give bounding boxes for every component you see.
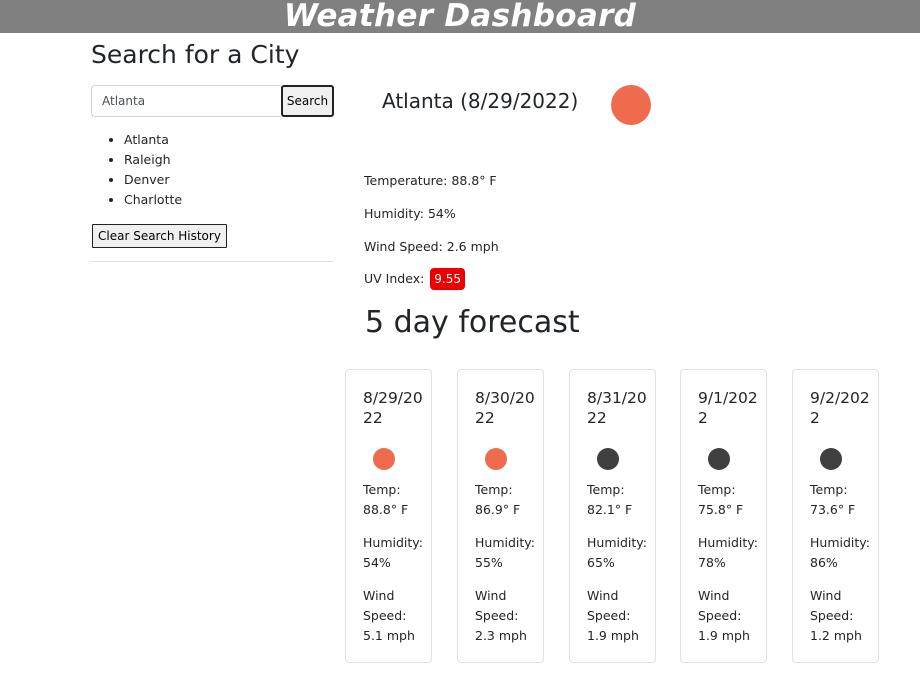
history-item-charlotte[interactable]: Charlotte (124, 190, 182, 210)
page-title: Weather Dashboard (283, 0, 637, 34)
forecast-temp-label: Temp: (810, 482, 848, 497)
current-uv-index: UV Index: 9.55 (364, 268, 465, 290)
forecast-date: 8/31/2022 (587, 389, 647, 427)
forecast-card: 8/29/2022 Temp: 88.8° F Humidity: 54% Wi… (345, 369, 432, 663)
forecast-humidity: 55% (475, 555, 503, 570)
forecast-humidity: 65% (587, 555, 615, 570)
forecast-humidity-label: Humidity: (363, 535, 423, 550)
current-humidity: Humidity: 54% (364, 206, 456, 221)
forecast-temp: 86.9° F (475, 502, 521, 517)
forecast-date: 8/29/2022 (363, 389, 423, 427)
forecast-humidity: 54% (363, 555, 391, 570)
sun-icon (485, 448, 507, 470)
forecast-temp: 75.8° F (698, 502, 744, 517)
forecast-wind: 2.3 mph (475, 628, 527, 643)
forecast-date: 8/30/2022 (475, 389, 535, 427)
header-bar: Weather Dashboard (0, 0, 920, 33)
forecast-humidity-label: Humidity: (810, 535, 870, 550)
forecast-wind: 5.1 mph (363, 628, 415, 643)
forecast-card: 9/1/2022 Temp: 75.8° F Humidity: 78% Win… (680, 369, 767, 663)
sun-icon (611, 85, 651, 125)
forecast-card: 9/2/2022 Temp: 73.6° F Humidity: 86% Win… (792, 369, 879, 663)
forecast-temp-label: Temp: (698, 482, 736, 497)
sidebar-divider (90, 261, 333, 262)
clear-history-button[interactable]: Clear Search History (92, 224, 227, 248)
sun-icon (373, 448, 395, 470)
forecast-wind: 1.9 mph (587, 628, 639, 643)
forecast-card: 8/30/2022 Temp: 86.9° F Humidity: 55% Wi… (457, 369, 544, 663)
forecast-temp: 82.1° F (587, 502, 633, 517)
forecast-humidity: 78% (698, 555, 726, 570)
history-item-atlanta[interactable]: Atlanta (124, 130, 182, 150)
search-form: Search (91, 85, 334, 117)
forecast-wind-label: Wind Speed: (587, 588, 631, 623)
city-search-input[interactable] (91, 85, 281, 117)
forecast-date: 9/1/2022 (698, 389, 758, 427)
forecast-humidity-label: Humidity: (587, 535, 647, 550)
forecast-card: 8/31/2022 Temp: 82.1° F Humidity: 65% Wi… (569, 369, 656, 663)
forecast-humidity-label: Humidity: (475, 535, 535, 550)
forecast-temp-label: Temp: (475, 482, 513, 497)
forecast-temp: 88.8° F (363, 502, 409, 517)
search-button[interactable]: Search (281, 85, 334, 117)
forecast-wind: 1.2 mph (810, 628, 862, 643)
forecast-date: 9/2/2022 (810, 389, 870, 427)
forecast-wind-label: Wind Speed: (363, 588, 407, 623)
history-item-denver[interactable]: Denver (124, 170, 182, 190)
forecast-wind: 1.9 mph (698, 628, 750, 643)
forecast-temp-label: Temp: (363, 482, 401, 497)
forecast-humidity-label: Humidity: (698, 535, 758, 550)
uv-index-badge: 9.55 (430, 268, 465, 290)
forecast-title: 5 day forecast (365, 305, 580, 340)
search-title: Search for a City (91, 40, 300, 69)
history-item-raleigh[interactable]: Raleigh (124, 150, 182, 170)
current-wind-speed: Wind Speed: 2.6 mph (364, 239, 499, 254)
forecast-wind-label: Wind Speed: (475, 588, 519, 623)
forecast-temp: 73.6° F (810, 502, 856, 517)
cloud-icon (597, 448, 619, 470)
forecast-temp-label: Temp: (587, 482, 625, 497)
current-temperature: Temperature: 88.8° F (364, 173, 497, 188)
cloud-icon (820, 448, 842, 470)
forecast-wind-label: Wind Speed: (810, 588, 854, 623)
cloud-icon (708, 448, 730, 470)
uv-index-label: UV Index: (364, 271, 425, 286)
current-city-title: Atlanta (8/29/2022) (382, 89, 579, 113)
forecast-wind-label: Wind Speed: (698, 588, 742, 623)
search-history-list: Atlanta Raleigh Denver Charlotte (91, 130, 182, 210)
forecast-humidity: 86% (810, 555, 838, 570)
